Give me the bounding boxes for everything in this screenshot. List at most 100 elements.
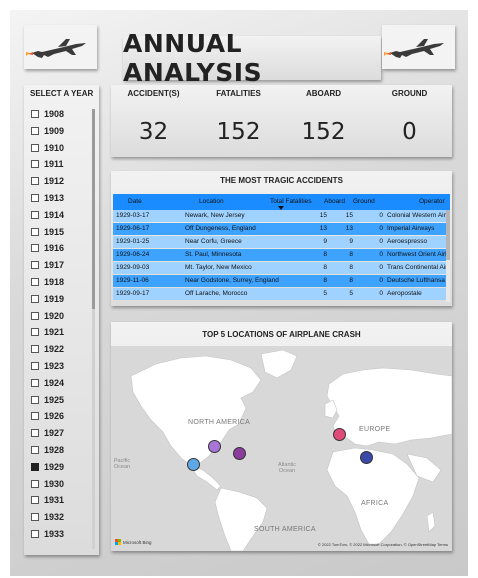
year-label: 1917 (44, 260, 65, 271)
kpi-value: 152 (301, 119, 346, 145)
table-cell: 0 (379, 277, 383, 284)
year-option[interactable]: 1923 (31, 361, 64, 371)
year-checkbox[interactable] (31, 429, 39, 438)
table-cell: Mt. Taylor, New Mexico (185, 264, 252, 271)
year-checkbox[interactable] (31, 446, 39, 454)
year-checkbox[interactable] (31, 362, 39, 370)
year-option[interactable]: 1926 (31, 411, 64, 421)
table-row[interactable]: 1929-06-24 St. Paul, Minnesota 8 8 0 Northwes… (113, 249, 450, 261)
year-option[interactable]: 1909 (31, 126, 64, 136)
year-checkbox[interactable] (31, 294, 39, 303)
column-header-operator[interactable]: Operator (419, 198, 445, 205)
map-marker[interactable] (187, 458, 200, 471)
year-checkbox[interactable] (31, 126, 39, 135)
map-marker[interactable] (208, 440, 221, 453)
year-checkbox[interactable] (31, 462, 39, 471)
year-label: 1921 (44, 327, 65, 338)
year-checkbox[interactable] (31, 227, 39, 236)
table-cell: Aeroespresso (387, 238, 428, 245)
year-checkbox[interactable] (31, 194, 39, 202)
accidents-table: Date Location Total Fatalities Aboard Gr… (113, 194, 450, 304)
year-checkbox[interactable] (31, 261, 39, 270)
year-option[interactable]: 1929 (31, 462, 64, 472)
column-header-total-fatalities[interactable]: Total Fatalities (270, 198, 312, 205)
slicer-scrollbar-thumb[interactable] (92, 109, 95, 309)
year-option[interactable]: 1930 (31, 479, 64, 489)
year-option[interactable]: 1917 (31, 260, 64, 270)
year-option[interactable]: 1927 (31, 428, 64, 438)
year-checkbox[interactable] (31, 311, 39, 320)
table-row[interactable]: 1929-11-06 Near Godstone, Surrey, England… (113, 275, 450, 287)
table-cell: 13 (319, 225, 327, 232)
world-map[interactable]: NORTH AMERICA EUROPE AFRICA SOUTH AMERIC… (111, 346, 452, 551)
year-option[interactable]: 1919 (31, 294, 64, 304)
map-marker[interactable] (360, 451, 373, 464)
year-label: 1912 (44, 176, 65, 187)
year-checkbox[interactable] (31, 177, 39, 186)
year-label: 1913 (44, 193, 65, 203)
kpi-accidents: ACCIDENT(S) 32 (111, 85, 196, 157)
year-option[interactable]: 1912 (31, 176, 64, 186)
year-option[interactable]: 1932 (31, 512, 64, 522)
year-option[interactable]: 1933 (31, 529, 64, 539)
year-checkbox[interactable] (31, 160, 39, 169)
year-checkbox[interactable] (31, 378, 39, 387)
year-label: 1914 (44, 209, 65, 220)
column-header-ground[interactable]: Ground (353, 198, 375, 205)
year-checkbox[interactable] (31, 513, 39, 522)
year-checkbox[interactable] (31, 244, 39, 253)
table-row[interactable]: 1929-09-17 Off Larache, Morocco 5 5 0 Aeropos… (113, 288, 450, 300)
year-checkbox[interactable] (31, 479, 39, 488)
kpi-label: ACCIDENT(S) (127, 89, 180, 98)
table-cell: 0 (379, 238, 383, 245)
table-cell: Near Corfu, Greece (185, 238, 242, 245)
year-checkbox[interactable] (31, 530, 39, 538)
year-checkbox[interactable] (31, 496, 39, 505)
year-option[interactable]: 1916 (31, 243, 64, 253)
year-checkbox[interactable] (31, 110, 39, 118)
table-row[interactable]: 1929-09-03 Mt. Taylor, New Mexico 8 8 0 Trans… (113, 262, 450, 274)
year-option[interactable]: 1924 (31, 378, 64, 388)
column-header-date[interactable]: Date (128, 198, 142, 205)
bing-label: Microsoft Bing (123, 539, 152, 545)
year-checkbox[interactable] (31, 345, 39, 354)
map-marker[interactable] (333, 428, 346, 441)
kpi-aboard: ABOARD 152 (281, 85, 366, 157)
year-option[interactable]: 1910 (31, 143, 64, 153)
year-option[interactable]: 1922 (31, 344, 64, 354)
year-option[interactable]: 1908 (31, 109, 64, 119)
year-option[interactable]: 1918 (31, 277, 64, 287)
map-marker[interactable] (233, 447, 246, 460)
year-checkbox[interactable] (31, 210, 39, 219)
year-label: 1908 (44, 109, 65, 119)
kpi-label: ABOARD (305, 89, 342, 98)
table-cell: 0 (379, 264, 383, 271)
year-checkbox[interactable] (31, 143, 39, 152)
table-row[interactable]: 1929-03-17 Newark, New Jersey 15 15 0 Colonia… (113, 210, 450, 222)
year-checkbox[interactable] (31, 395, 39, 404)
year-checkbox[interactable] (31, 278, 39, 286)
year-option[interactable]: 1921 (31, 327, 64, 337)
year-option[interactable]: 1931 (31, 495, 64, 505)
year-option[interactable]: 1920 (31, 311, 64, 321)
microsoft-logo-icon (115, 539, 121, 545)
year-checkbox[interactable] (31, 328, 39, 337)
table-cell: 9 (323, 238, 327, 245)
year-option[interactable]: 1914 (31, 210, 64, 220)
year-option[interactable]: 1913 (31, 193, 64, 203)
table-cell: 13 (345, 225, 353, 232)
year-option[interactable]: 1928 (31, 445, 64, 455)
table-row[interactable]: 1929-01-25 Near Corfu, Greece 9 9 0 Aeroespre… (113, 236, 450, 248)
table-row[interactable]: 1929-06-17 Off Dungeness, England 13 13 0 Imp… (113, 223, 450, 235)
year-label: 1927 (44, 428, 65, 439)
year-label: 1924 (44, 377, 65, 388)
column-header-aboard[interactable]: Aboard (324, 198, 345, 205)
year-label: 1910 (44, 142, 65, 153)
table-scrollbar-thumb[interactable] (446, 210, 450, 260)
year-option[interactable]: 1911 (31, 159, 64, 169)
map-copyright[interactable]: © 2022 TomTom, © 2022 Microsoft Corporat… (318, 542, 448, 547)
year-option[interactable]: 1925 (31, 395, 64, 405)
year-checkbox[interactable] (31, 412, 39, 421)
year-option[interactable]: 1915 (31, 227, 64, 237)
column-header-location[interactable]: Location (199, 198, 224, 205)
